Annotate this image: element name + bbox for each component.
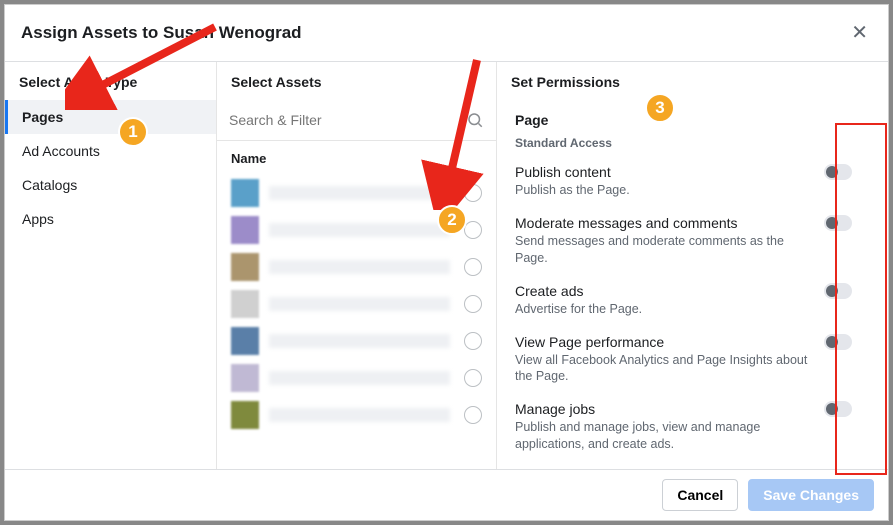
- asset-type-apps[interactable]: Apps: [5, 202, 216, 236]
- perm-desc: View all Facebook Analytics and Page Ins…: [515, 352, 820, 386]
- asset-type-ad-accounts[interactable]: Ad Accounts: [5, 134, 216, 168]
- perm-manage-jobs: Manage jobs Publish and manage jobs, vie…: [515, 395, 870, 463]
- perm-subsection-standard: Standard Access: [515, 136, 870, 150]
- perm-toggle[interactable]: [824, 401, 852, 417]
- asset-radio[interactable]: [464, 295, 482, 313]
- asset-name-blur: [269, 297, 450, 311]
- perm-create-ads: Create ads Advertise for the Page.: [515, 277, 870, 328]
- asset-thumb: [231, 216, 259, 244]
- save-changes-button[interactable]: Save Changes: [748, 479, 874, 511]
- asset-type-list: Pages Ad Accounts Catalogs Apps: [5, 100, 216, 236]
- asset-type-catalogs[interactable]: Catalogs: [5, 168, 216, 202]
- asset-type-heading: Select Asset Type: [5, 62, 216, 100]
- asset-type-label: Catalogs: [22, 177, 77, 193]
- asset-type-label: Pages: [22, 109, 63, 125]
- asset-row[interactable]: [217, 174, 496, 211]
- asset-thumb: [231, 253, 259, 281]
- perm-view-performance: View Page performance View all Facebook …: [515, 328, 870, 396]
- search-icon[interactable]: [466, 111, 484, 129]
- asset-radio[interactable]: [464, 406, 482, 424]
- perm-title: Publish content: [515, 164, 820, 180]
- asset-thumb: [231, 179, 259, 207]
- asset-thumb: [231, 327, 259, 355]
- perm-desc: Publish as the Page.: [515, 182, 820, 199]
- permissions-column: Set Permissions Page Standard Access Pub…: [497, 62, 888, 469]
- perm-earnings-insights: View Earnings Insights View the earnings…: [515, 463, 870, 469]
- perm-moderate: Moderate messages and comments Send mess…: [515, 209, 870, 277]
- asset-radio[interactable]: [464, 184, 482, 202]
- asset-radio[interactable]: [464, 258, 482, 276]
- search-row: [217, 100, 496, 141]
- perm-toggle[interactable]: [824, 215, 852, 231]
- perm-desc: Publish and manage jobs, view and manage…: [515, 419, 820, 453]
- asset-radio[interactable]: [464, 332, 482, 350]
- asset-type-label: Apps: [22, 211, 54, 227]
- select-assets-heading: Select Assets: [217, 62, 496, 100]
- modal-header: Assign Assets to Susan Wenograd ✕: [5, 5, 888, 62]
- cancel-button[interactable]: Cancel: [662, 479, 738, 511]
- perm-desc: Send messages and moderate comments as t…: [515, 233, 820, 267]
- asset-row[interactable]: [217, 211, 496, 248]
- asset-list: [217, 174, 496, 469]
- asset-thumb: [231, 364, 259, 392]
- asset-thumb: [231, 401, 259, 429]
- modal-footer: Cancel Save Changes: [5, 469, 888, 520]
- perm-toggle[interactable]: [824, 334, 852, 350]
- asset-name-blur: [269, 260, 450, 274]
- perm-title: View Page performance: [515, 334, 820, 350]
- perm-title: Manage jobs: [515, 401, 820, 417]
- asset-type-pages[interactable]: Pages: [5, 100, 216, 134]
- asset-row[interactable]: [217, 396, 496, 433]
- perm-title: Create ads: [515, 283, 820, 299]
- asset-thumb: [231, 290, 259, 318]
- select-assets-column: Select Assets Name: [217, 62, 497, 469]
- perm-publish-content: Publish content Publish as the Page.: [515, 158, 870, 209]
- asset-row[interactable]: [217, 322, 496, 359]
- asset-name-blur: [269, 408, 450, 422]
- perm-section-page: Page: [515, 112, 870, 128]
- perm-toggle[interactable]: [824, 164, 852, 180]
- modal-columns: Select Asset Type Pages Ad Accounts Cata…: [5, 62, 888, 469]
- asset-row[interactable]: [217, 285, 496, 322]
- permissions-heading: Set Permissions: [497, 62, 888, 100]
- asset-name-blur: [269, 186, 450, 200]
- asset-name-blur: [269, 334, 450, 348]
- asset-type-label: Ad Accounts: [22, 143, 100, 159]
- perm-toggle[interactable]: [824, 283, 852, 299]
- modal-title: Assign Assets to Susan Wenograd: [21, 23, 302, 43]
- permissions-scroll[interactable]: Page Standard Access Publish content Pub…: [497, 100, 888, 469]
- asset-row[interactable]: [217, 248, 496, 285]
- asset-name-header: Name: [217, 141, 496, 174]
- asset-type-column: Select Asset Type Pages Ad Accounts Cata…: [5, 62, 217, 469]
- close-icon[interactable]: ✕: [847, 19, 872, 47]
- asset-name-blur: [269, 371, 450, 385]
- assign-assets-modal: Assign Assets to Susan Wenograd ✕ Select…: [4, 4, 889, 521]
- asset-radio[interactable]: [464, 369, 482, 387]
- asset-row[interactable]: [217, 359, 496, 396]
- asset-name-blur: [269, 223, 450, 237]
- perm-title: Moderate messages and comments: [515, 215, 820, 231]
- search-input[interactable]: [229, 106, 466, 134]
- perm-desc: Advertise for the Page.: [515, 301, 820, 318]
- asset-radio[interactable]: [464, 221, 482, 239]
